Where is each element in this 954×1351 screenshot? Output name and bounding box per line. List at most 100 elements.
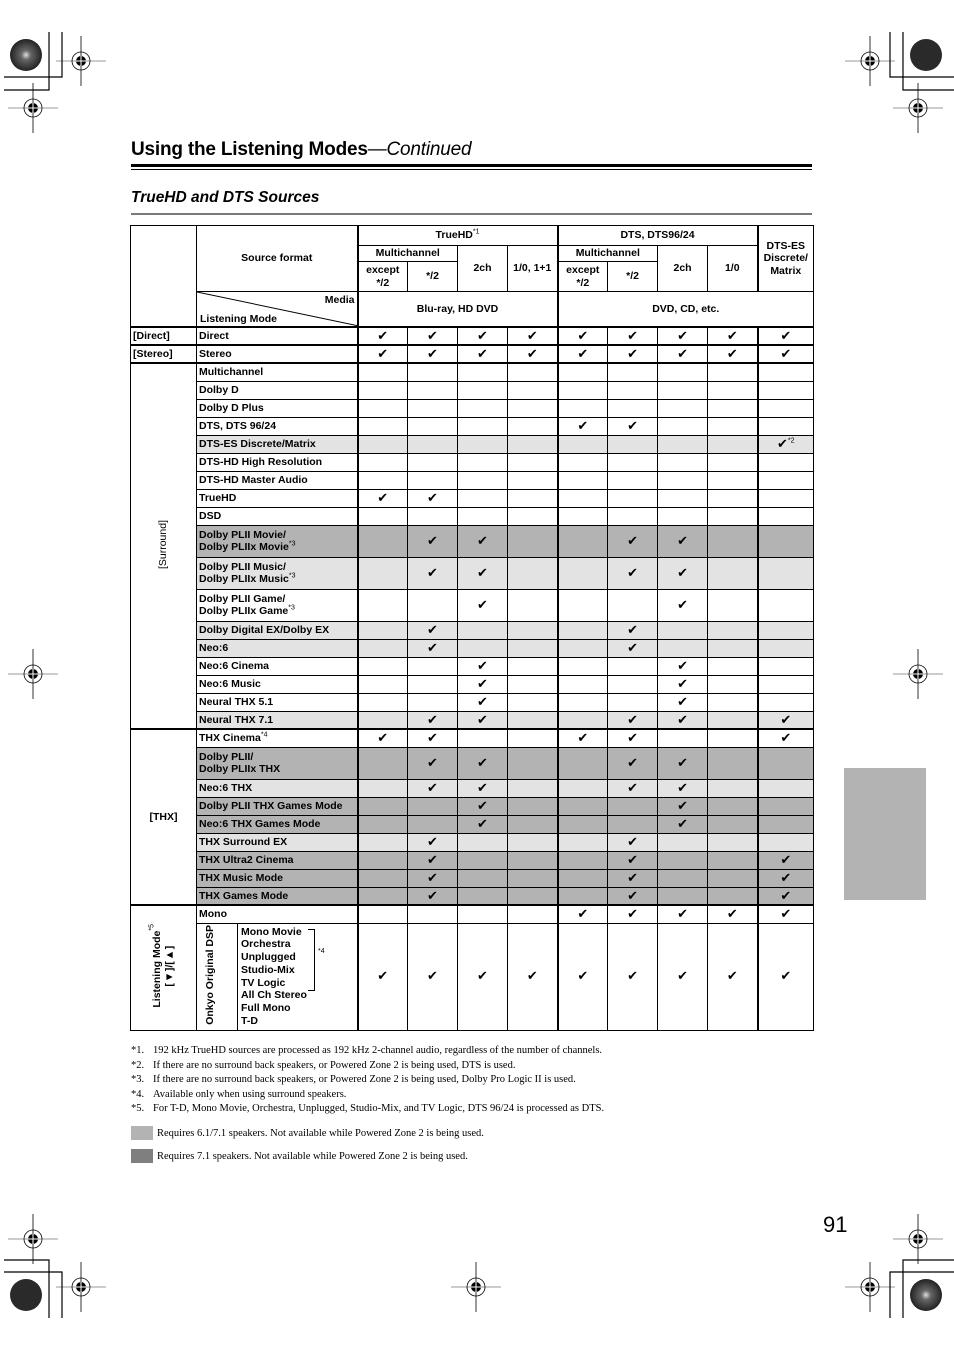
support-cell: ✔ bbox=[657, 674, 709, 694]
support-cell bbox=[556, 588, 609, 622]
support-cell: ✔ bbox=[407, 832, 458, 852]
check-icon: ✔ bbox=[577, 968, 589, 984]
listening-mode-name: DTS-HD Master Audio bbox=[196, 470, 358, 490]
truehd-multichannel-header: Multichannel bbox=[356, 245, 458, 262]
support-cell bbox=[356, 620, 408, 640]
support-cell: ✔ bbox=[607, 746, 659, 780]
check-icon: ✔ bbox=[627, 968, 638, 984]
crosshair-bottom-left bbox=[7, 1213, 59, 1265]
support-cell bbox=[607, 674, 659, 694]
support-cell bbox=[356, 814, 408, 834]
support-cell: ✔ bbox=[457, 922, 508, 1031]
listening-mode-name: DTS, DTS 96/24 bbox=[196, 416, 358, 436]
support-cell: ✔ bbox=[506, 922, 559, 1031]
support-cell: ✔ bbox=[556, 416, 609, 436]
support-cell: ✔ bbox=[756, 922, 815, 1031]
check-icon: ✔ bbox=[427, 730, 438, 745]
dsp-mode-name: All Ch Stereo bbox=[241, 989, 307, 1002]
support-cell bbox=[607, 434, 659, 454]
support-cell bbox=[457, 470, 508, 490]
support-cell bbox=[356, 452, 408, 472]
check-icon: ✔ bbox=[377, 345, 389, 361]
listening-mode-name: Neo:6 Music bbox=[196, 674, 358, 694]
support-cell: ✔ bbox=[756, 710, 815, 730]
support-cell bbox=[556, 868, 609, 888]
listening-mode-name: Multichannel bbox=[196, 362, 358, 382]
listening-mode-name: Stereo bbox=[196, 344, 358, 364]
support-cell bbox=[407, 416, 458, 436]
support-cell bbox=[607, 506, 659, 526]
support-cell bbox=[407, 674, 458, 694]
support-cell bbox=[756, 380, 815, 400]
check-icon: ✔ bbox=[780, 887, 792, 903]
check-icon: ✔ bbox=[427, 851, 438, 867]
support-cell: ✔ bbox=[556, 326, 609, 346]
support-cell bbox=[707, 380, 759, 400]
table-row: THX Surround EX ✔ ✔ bbox=[131, 832, 815, 852]
listening-mode-label: Listening Mode bbox=[200, 312, 277, 325]
footnote-number: *1. bbox=[131, 1045, 145, 1056]
support-cell bbox=[407, 380, 458, 400]
support-cell bbox=[756, 524, 815, 558]
check-icon: ✔ bbox=[677, 754, 688, 770]
support-cell bbox=[506, 556, 559, 590]
support-cell bbox=[556, 452, 609, 472]
check-icon: ✔ bbox=[627, 532, 638, 548]
support-cell bbox=[556, 488, 609, 508]
support-cell bbox=[707, 470, 759, 490]
support-cell bbox=[356, 710, 408, 730]
check-icon: ✔ bbox=[477, 596, 488, 612]
support-cell: ✔ bbox=[407, 728, 458, 748]
check-icon: ✔ bbox=[677, 693, 688, 709]
support-cell bbox=[556, 398, 609, 418]
support-cell: ✔ bbox=[356, 922, 408, 1031]
check-icon: ✔ bbox=[526, 968, 538, 984]
support-cell: ✔ bbox=[607, 416, 659, 436]
support-cell bbox=[707, 362, 759, 382]
support-cell: ✔ bbox=[457, 556, 508, 590]
table-row: [Surround] Multichannel bbox=[130, 362, 815, 730]
support-cell: ✔ bbox=[657, 326, 709, 346]
support-cell: ✔ bbox=[457, 588, 508, 622]
support-cell: ✔ bbox=[607, 886, 659, 906]
support-cell bbox=[356, 656, 408, 676]
support-cell bbox=[607, 452, 659, 472]
check-icon: ✔ bbox=[477, 532, 488, 548]
table-row: Dolby PLII Music/Dolby PLIIx Music*3 ✔ ✔ ✔ ✔ bbox=[131, 556, 815, 590]
support-cell bbox=[556, 656, 609, 676]
registration-disc-top-right bbox=[910, 39, 942, 71]
support-cell bbox=[707, 746, 759, 780]
support-cell bbox=[556, 850, 609, 870]
support-cell bbox=[556, 524, 609, 558]
legend-text-light: Requires 6.1/7.1 speakers. Not available… bbox=[157, 1127, 484, 1139]
support-cell bbox=[506, 398, 559, 418]
listening-mode-name: DTS-ES Discrete/Matrix bbox=[196, 434, 358, 454]
support-cell bbox=[556, 434, 609, 454]
support-cell bbox=[356, 796, 408, 816]
legend-swatch-dark bbox=[131, 1149, 153, 1163]
truehd-except2-header: except */2 bbox=[356, 261, 408, 292]
support-cell bbox=[707, 638, 759, 658]
truehd-star2-header: */2 bbox=[407, 261, 458, 292]
onkyo-dsp-label: Onkyo Original DSP bbox=[204, 925, 216, 1025]
check-icon: ✔ bbox=[477, 657, 488, 673]
support-cell bbox=[657, 850, 709, 870]
support-cell bbox=[556, 886, 609, 906]
support-cell bbox=[556, 556, 609, 590]
support-cell bbox=[707, 814, 759, 834]
support-cell: ✔ bbox=[457, 746, 508, 780]
dsp-mode-name: T-D bbox=[241, 1015, 258, 1028]
support-cell: ✔ bbox=[657, 588, 709, 622]
support-cell: ✔ bbox=[657, 710, 709, 730]
support-cell bbox=[556, 746, 609, 780]
check-icon: ✔ bbox=[726, 968, 738, 984]
check-icon: ✔ bbox=[477, 754, 488, 770]
support-cell: ✔ bbox=[657, 778, 709, 798]
table-row: TrueHD ✔ ✔ bbox=[131, 488, 815, 508]
support-cell bbox=[506, 746, 559, 780]
check-icon: ✔ bbox=[577, 417, 589, 433]
support-cell: ✔ bbox=[506, 344, 559, 364]
support-cell bbox=[407, 434, 458, 454]
support-cell bbox=[756, 416, 815, 436]
support-cell bbox=[356, 674, 408, 694]
